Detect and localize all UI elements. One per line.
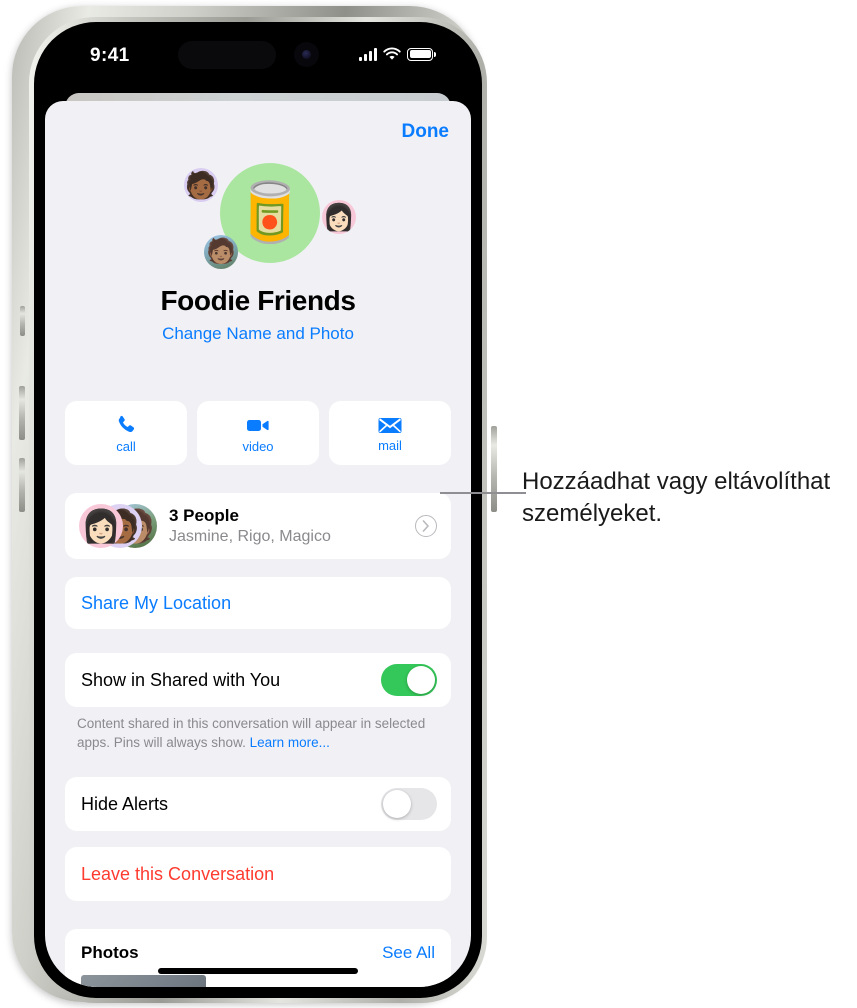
video-button[interactable]: video (197, 401, 319, 465)
group-header: 🥫 🧑🏾 👩🏻 🧑🏽 Foodie Friends Change Name an… (45, 163, 471, 344)
status-bar-time: 9:41 (90, 45, 130, 66)
share-my-location-row[interactable]: Share My Location (65, 577, 451, 629)
memoji-face: 🧑🏽 (206, 238, 236, 265)
callout-leader-line-2 (486, 492, 526, 494)
phone-screen: 9:41 Done 🥫 🧑🏾 👩🏻 🧑🏽 Foodie Friends Chan… (45, 33, 471, 987)
hide-alerts-label: Hide Alerts (81, 793, 169, 814)
people-avatar-1: 👩🏻 (79, 504, 123, 548)
call-label: call (116, 438, 136, 454)
photos-header: Photos See All (65, 929, 451, 963)
change-name-and-photo-link[interactable]: Change Name and Photo (45, 324, 471, 344)
group-details-sheet: Done 🥫 🧑🏾 👩🏻 🧑🏽 Foodie Friends Change Na… (45, 101, 471, 987)
hide-alerts-row: Hide Alerts (65, 777, 451, 831)
envelope-icon (377, 414, 403, 436)
volume-up-button[interactable] (19, 386, 25, 440)
photos-thumbnail-row: 🧑🏾 (81, 975, 451, 987)
leave-conversation-label: Leave this Conversation (81, 863, 275, 884)
share-my-location-label: Share My Location (81, 592, 232, 613)
screenshot-root: 9:41 Done 🥫 🧑🏾 👩🏻 🧑🏽 Foodie Friends Chan… (0, 0, 857, 1008)
front-camera-icon (294, 42, 319, 67)
member-avatar-1: 🧑🏾 (184, 168, 218, 202)
status-bar-indicators (359, 47, 436, 61)
learn-more-link[interactable]: Learn more... (250, 735, 330, 750)
callout-text: Hozzáadhat vagy eltávolíthat személyeket… (522, 468, 831, 527)
video-camera-icon (245, 413, 271, 437)
call-button[interactable]: call (65, 401, 187, 465)
home-indicator[interactable] (158, 968, 358, 974)
mail-label: mail (378, 437, 402, 453)
people-avatar-stack: 🧑🏽 🧑🏾 👩🏻 (79, 504, 157, 548)
photo-thumbnail[interactable]: 🧑🏾 (81, 975, 206, 987)
video-label: video (242, 438, 274, 454)
chevron-right-icon[interactable] (415, 515, 437, 537)
action-buttons-row: call video mail (65, 401, 451, 465)
memoji-face: 👩🏻 (322, 202, 356, 232)
people-row[interactable]: 🧑🏽 🧑🏾 👩🏻 3 People Jasmine, Rigo, Magico (65, 493, 451, 559)
show-in-shared-with-you-toggle[interactable] (381, 664, 437, 696)
dynamic-island (178, 41, 276, 69)
group-title: Foodie Friends (160, 285, 356, 316)
people-count: 3 People (169, 506, 239, 525)
status-bar: 9:41 (45, 33, 471, 85)
member-avatar-3: 🧑🏽 (204, 235, 238, 269)
show-in-shared-with-you-row: Show in Shared with You (65, 653, 451, 707)
photos-title: Photos (81, 943, 139, 962)
cellular-signal-icon (359, 47, 377, 61)
mail-button[interactable]: mail (329, 401, 451, 465)
done-button[interactable]: Done (402, 121, 450, 143)
group-photo-cluster[interactable]: 🥫 🧑🏾 👩🏻 🧑🏽 (168, 163, 356, 279)
wifi-icon (383, 47, 401, 61)
show-in-shared-with-you-label: Show in Shared with You (81, 669, 281, 690)
phone-icon (114, 413, 138, 437)
avatar-face: 👩🏻 (81, 508, 121, 544)
people-names: Jasmine, Rigo, Magico (169, 528, 331, 545)
hide-alerts-toggle[interactable] (381, 788, 437, 820)
shared-with-you-note: Content shared in this conversation will… (77, 714, 437, 752)
memoji-face: 🧑🏾 (184, 170, 218, 200)
photos-section: Photos See All 🧑🏾 (65, 929, 451, 987)
leave-conversation-row[interactable]: Leave this Conversation (65, 847, 451, 901)
power-button[interactable] (491, 426, 497, 512)
see-all-button[interactable]: See All (382, 943, 435, 963)
battery-icon (407, 47, 436, 61)
silent-switch[interactable] (20, 306, 25, 336)
canned-food-icon: 🥫 (233, 180, 307, 245)
member-avatar-2: 👩🏻 (322, 200, 356, 234)
phone-frame: 9:41 Done 🥫 🧑🏾 👩🏻 🧑🏽 Foodie Friends Chan… (12, 6, 497, 1003)
volume-down-button[interactable] (19, 458, 25, 512)
people-text: 3 People Jasmine, Rigo, Magico (169, 506, 331, 546)
